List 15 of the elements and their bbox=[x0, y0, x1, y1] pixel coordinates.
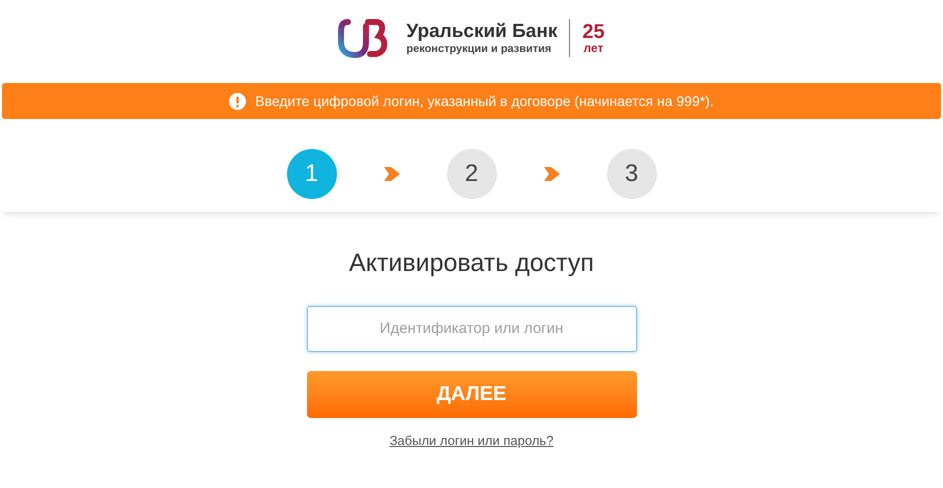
login-field[interactable]: Идентификатор или логин bbox=[306, 306, 636, 352]
bank-subtitle: реконструкции и развития bbox=[406, 44, 552, 54]
step-indicator: 2 bbox=[446, 149, 496, 199]
anniversary-unit: лет bbox=[584, 42, 604, 54]
step-indicator: 1 bbox=[286, 149, 336, 199]
bank-logo-icon bbox=[338, 18, 390, 58]
arrow-icon bbox=[384, 167, 400, 181]
anniversary-number: 25 bbox=[582, 22, 605, 42]
arrow-icon bbox=[544, 167, 560, 181]
page-title: Активировать доступ bbox=[349, 248, 594, 279]
exclamation-icon bbox=[229, 92, 246, 110]
bank-name: Уральский Банк bbox=[406, 22, 558, 40]
forgot-password-link[interactable]: Забыли логин или пароль? bbox=[390, 430, 554, 450]
step-indicator: 3 bbox=[606, 149, 656, 199]
alert-text: Введите цифровой логин, указанный в договоре (начинается на 999*). bbox=[255, 92, 714, 111]
